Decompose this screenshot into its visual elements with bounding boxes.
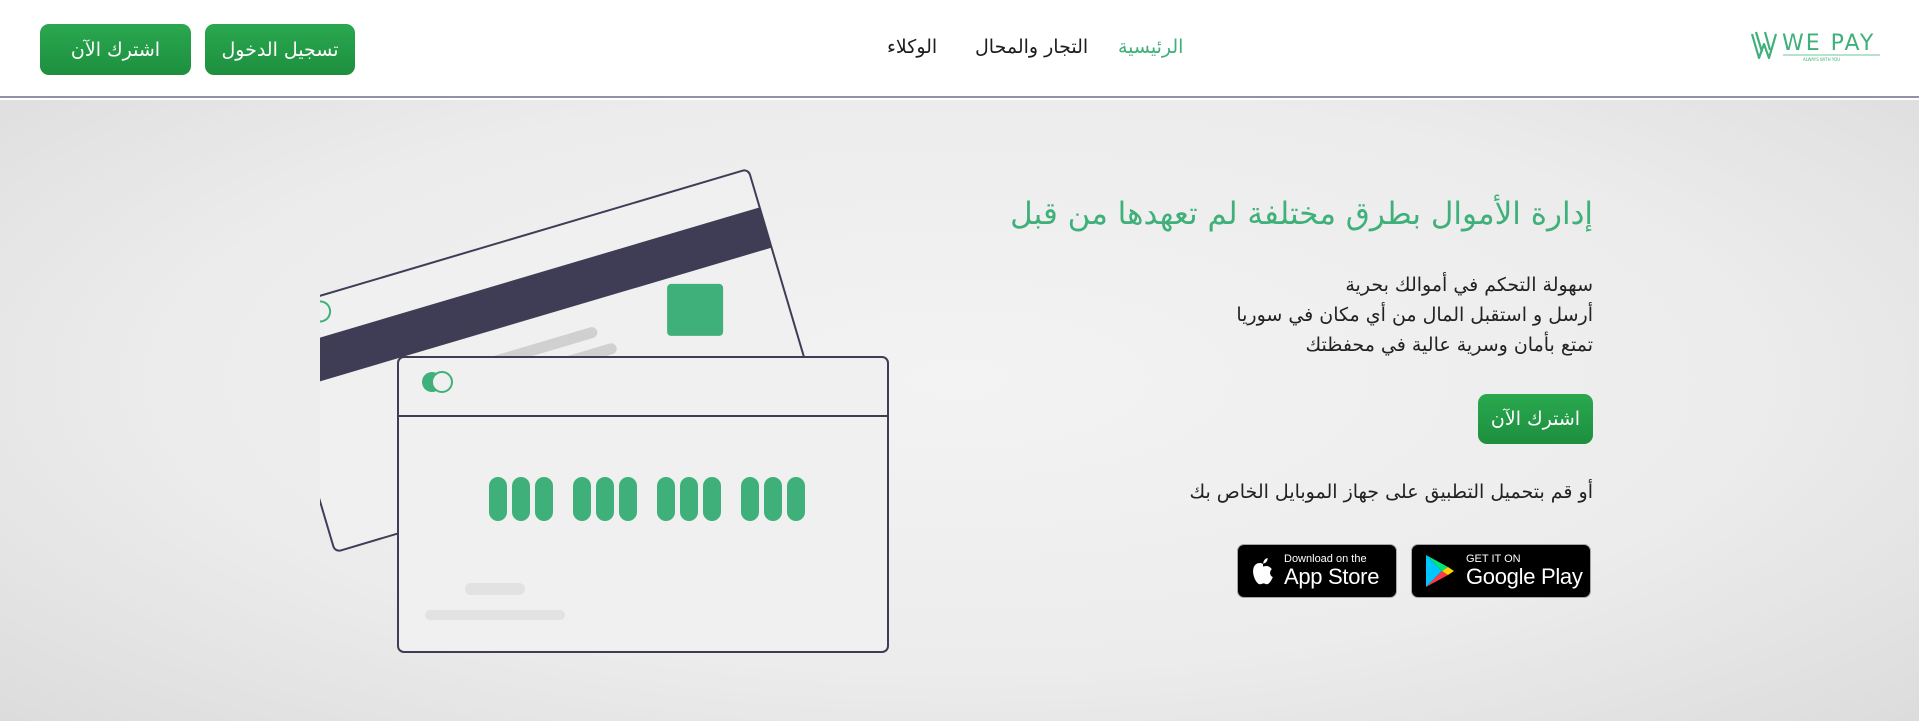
- nav-home[interactable]: الرئيسية: [1118, 36, 1183, 62]
- google-play-icon: [1426, 555, 1454, 587]
- feature-item: تمتع بأمان وسرية عالية في محفظتك: [1305, 334, 1593, 356]
- wepay-logo[interactable]: WE PAY ALWAYS WITH YOU: [1750, 28, 1884, 68]
- hero-subscribe-button[interactable]: اشترك الآن: [1478, 394, 1593, 444]
- download-app-text: أو قم بتحميل التطبيق على جهاز الموبايل ا…: [1189, 481, 1593, 503]
- app-store-badge[interactable]: Download on the App Store: [1237, 544, 1397, 598]
- top-header: اشترك الآن تسجيل الدخول الرئيسية التجار …: [0, 0, 1919, 98]
- feature-item: سهولة التحكم في أموالك بحرية: [1345, 274, 1593, 296]
- nav-merchants[interactable]: التجار والمحال: [975, 36, 1088, 62]
- feature-list: سهولة التحكم في أموالك بحرية أرسل و استق…: [1100, 270, 1593, 360]
- logo-tagline: ALWAYS WITH YOU: [1803, 57, 1840, 62]
- hero-section: [0, 100, 1919, 721]
- google-play-badge[interactable]: GET IT ON Google Play: [1411, 544, 1591, 598]
- subscribe-button[interactable]: اشترك الآن: [40, 24, 191, 75]
- apple-icon: [1253, 558, 1273, 585]
- login-button[interactable]: تسجيل الدخول: [205, 24, 355, 75]
- logo-text: WE PAY: [1782, 31, 1875, 56]
- cards-illustration: [320, 169, 889, 653]
- store-big-text: App Store: [1284, 564, 1380, 589]
- nav-agents[interactable]: الوكلاء: [887, 36, 937, 62]
- store-big-text: Google Play: [1466, 564, 1583, 589]
- hero-title: إدارة الأموال بطرق مختلفة لم تعهدها من ق…: [1010, 196, 1593, 232]
- feature-item: أرسل و استقبل المال من أي مكان في سوريا: [1236, 304, 1593, 326]
